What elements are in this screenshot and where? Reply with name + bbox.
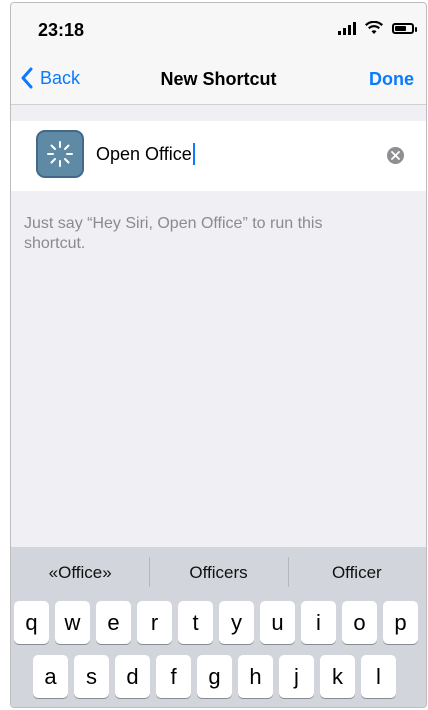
key-k[interactable]: k [320,655,355,698]
magic-wand-sparkle-icon[interactable] [36,130,84,178]
key-d[interactable]: d [115,655,150,698]
key-p[interactable]: p [383,601,418,644]
key-i[interactable]: i [301,601,336,644]
siri-hint-text: Just say “Hey Siri, Open Office” to run … [24,215,323,252]
keyboard: «Office» Officers Officer qwertyuiop asd… [11,547,426,707]
battery-fill [395,25,406,31]
key-s[interactable]: s [74,655,109,698]
key-u[interactable]: u [260,601,295,644]
shortcut-name-value: Open Office [96,143,192,164]
text-cursor [192,143,195,165]
battery-icon [392,22,417,34]
done-button[interactable]: Done [369,69,414,90]
key-a[interactable]: a [33,655,68,698]
key-r[interactable]: r [137,601,172,644]
close-icon [391,151,400,160]
key-t[interactable]: t [178,601,213,644]
status-bar: 23:18 [11,3,426,55]
shortcut-name-input[interactable]: Open Office [96,143,195,165]
suggestion-item[interactable]: Officers [149,547,287,599]
keyboard-suggestions: «Office» Officers Officer [11,547,426,599]
phone-screen: 23:18 Back New Shortcut Done Open Office… [10,2,427,708]
wifi-icon [365,21,383,34]
shortcut-name-row: Open Office [11,121,426,191]
key-o[interactable]: o [342,601,377,644]
clear-text-button[interactable] [387,147,404,164]
status-icons [338,21,417,35]
key-f[interactable]: f [156,655,191,698]
key-l[interactable]: l [361,655,396,698]
suggestion-item[interactable]: «Office» [11,547,149,599]
sparkle-icon [47,141,73,167]
status-time: 23:18 [38,20,85,40]
suggestion-item[interactable]: Officer [287,547,426,599]
signal-icon [338,21,356,35]
key-h[interactable]: h [238,655,273,698]
key-y[interactable]: y [219,601,254,644]
key-j[interactable]: j [279,655,314,698]
key-g[interactable]: g [197,655,232,698]
keyboard-row-2: asdfghjkl [11,655,426,698]
navigation-bar: Back New Shortcut Done [11,55,426,105]
page-title: New Shortcut [160,69,277,89]
key-e[interactable]: e [96,601,131,644]
key-w[interactable]: w [55,601,90,644]
keyboard-row-1: qwertyuiop [11,601,426,644]
key-q[interactable]: q [14,601,49,644]
